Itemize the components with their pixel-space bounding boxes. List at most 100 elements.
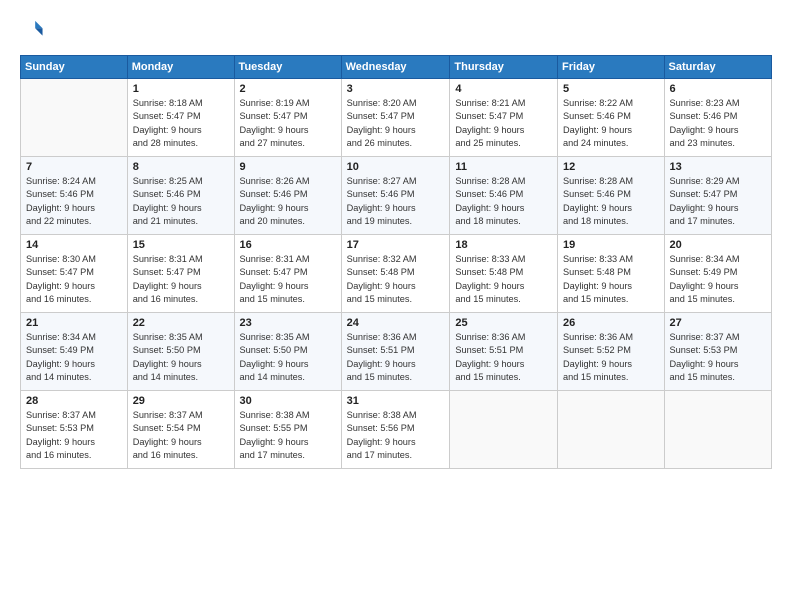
day-cell: 24 Sunrise: 8:36 AM Sunset: 5:51 PM Dayli… <box>341 313 450 391</box>
day-cell: 22 Sunrise: 8:35 AM Sunset: 5:50 PM Dayli… <box>127 313 234 391</box>
day-cell: 16 Sunrise: 8:31 AM Sunset: 5:47 PM Dayli… <box>234 235 341 313</box>
day-cell <box>664 391 771 469</box>
week-row-0: 1 Sunrise: 8:18 AM Sunset: 5:47 PM Daylig… <box>21 79 772 157</box>
day-cell: 15Sunrise: 8:31 AM Sunset: 5:47 PM Dayli… <box>127 235 234 313</box>
day-number: 22 <box>133 317 229 329</box>
day-cell: 2Sunrise: 8:19 AM Sunset: 5:47 PM Daylig… <box>234 79 341 157</box>
day-info: Sunrise: 8:28 AM Sunset: 5:46 PM Dayligh… <box>455 175 552 228</box>
day-cell: 12 Sunrise: 8:28 AM Sunset: 5:46 PM Dayli… <box>558 157 664 235</box>
day-cell: 11Sunrise: 8:28 AM Sunset: 5:46 PM Dayli… <box>450 157 558 235</box>
week-row-1: 7 Sunrise: 8:24 AM Sunset: 5:46 PM Daylig… <box>21 157 772 235</box>
day-info: Sunrise: 8:37 AM Sunset: 5:53 PM Dayligh… <box>670 331 766 384</box>
day-cell: 10 Sunrise: 8:27 AM Sunset: 5:46 PM Dayli… <box>341 157 450 235</box>
day-number: 29 <box>133 395 229 407</box>
day-info: Sunrise: 8:36 AM Sunset: 5:52 PM Dayligh… <box>563 331 658 384</box>
day-cell: 25 Sunrise: 8:36 AM Sunset: 5:51 PM Dayli… <box>450 313 558 391</box>
day-info: Sunrise: 8:36 AM Sunset: 5:51 PM Dayligh… <box>455 331 552 384</box>
header <box>20 18 772 45</box>
day-info: Sunrise: 8:34 AM Sunset: 5:49 PM Dayligh… <box>26 331 122 384</box>
weekday-thursday: Thursday <box>450 56 558 79</box>
day-number: 19 <box>563 239 658 251</box>
day-info: Sunrise: 8:37 AM Sunset: 5:54 PM Dayligh… <box>133 409 229 462</box>
weekday-tuesday: Tuesday <box>234 56 341 79</box>
week-row-2: 14 Sunrise: 8:30 AM Sunset: 5:47 PM Dayli… <box>21 235 772 313</box>
day-number: 26 <box>563 317 658 329</box>
page: SundayMondayTuesdayWednesdayThursdayFrid… <box>0 0 792 612</box>
day-number: 12 <box>563 161 658 173</box>
day-info: Sunrise: 8:33 AM Sunset: 5:48 PM Dayligh… <box>563 253 658 306</box>
day-info: Sunrise: 8:20 AM Sunset: 5:47 PM Dayligh… <box>347 97 445 150</box>
day-cell: 23 Sunrise: 8:35 AM Sunset: 5:50 PM Dayli… <box>234 313 341 391</box>
day-cell: 31 Sunrise: 8:38 AM Sunset: 5:56 PM Dayli… <box>341 391 450 469</box>
day-info: Sunrise: 8:31 AM Sunset: 5:47 PM Dayligh… <box>240 253 336 306</box>
day-number: 5 <box>563 83 658 95</box>
day-cell <box>21 79 128 157</box>
day-number: 21 <box>26 317 122 329</box>
day-number: 27 <box>670 317 766 329</box>
calendar-body: 1 Sunrise: 8:18 AM Sunset: 5:47 PM Daylig… <box>21 79 772 469</box>
day-info: Sunrise: 8:32 AM Sunset: 5:48 PM Dayligh… <box>347 253 445 306</box>
day-number: 18 <box>455 239 552 251</box>
day-cell: 7 Sunrise: 8:24 AM Sunset: 5:46 PM Daylig… <box>21 157 128 235</box>
day-number: 2 <box>240 83 336 95</box>
day-info: Sunrise: 8:22 AM Sunset: 5:46 PM Dayligh… <box>563 97 658 150</box>
day-number: 1 <box>133 83 229 95</box>
day-info: Sunrise: 8:25 AM Sunset: 5:46 PM Dayligh… <box>133 175 229 228</box>
day-cell: 17 Sunrise: 8:32 AM Sunset: 5:48 PM Dayli… <box>341 235 450 313</box>
logo-icon <box>22 18 44 40</box>
day-number: 28 <box>26 395 122 407</box>
day-number: 31 <box>347 395 445 407</box>
day-number: 17 <box>347 239 445 251</box>
day-number: 23 <box>240 317 336 329</box>
day-info: Sunrise: 8:23 AM Sunset: 5:46 PM Dayligh… <box>670 97 766 150</box>
weekday-monday: Monday <box>127 56 234 79</box>
day-cell: 21 Sunrise: 8:34 AM Sunset: 5:49 PM Dayli… <box>21 313 128 391</box>
day-number: 9 <box>240 161 336 173</box>
day-number: 25 <box>455 317 552 329</box>
day-cell <box>450 391 558 469</box>
day-number: 6 <box>670 83 766 95</box>
day-number: 3 <box>347 83 445 95</box>
weekday-saturday: Saturday <box>664 56 771 79</box>
day-info: Sunrise: 8:35 AM Sunset: 5:50 PM Dayligh… <box>240 331 336 384</box>
day-cell: 4 Sunrise: 8:21 AM Sunset: 5:47 PM Daylig… <box>450 79 558 157</box>
day-info: Sunrise: 8:28 AM Sunset: 5:46 PM Dayligh… <box>563 175 658 228</box>
day-number: 30 <box>240 395 336 407</box>
day-number: 15 <box>133 239 229 251</box>
day-cell: 13Sunrise: 8:29 AM Sunset: 5:47 PM Dayli… <box>664 157 771 235</box>
day-info: Sunrise: 8:38 AM Sunset: 5:56 PM Dayligh… <box>347 409 445 462</box>
day-number: 7 <box>26 161 122 173</box>
day-cell: 1 Sunrise: 8:18 AM Sunset: 5:47 PM Daylig… <box>127 79 234 157</box>
day-number: 4 <box>455 83 552 95</box>
day-cell: 5 Sunrise: 8:22 AM Sunset: 5:46 PM Daylig… <box>558 79 664 157</box>
weekday-wednesday: Wednesday <box>341 56 450 79</box>
day-number: 16 <box>240 239 336 251</box>
week-row-3: 21 Sunrise: 8:34 AM Sunset: 5:49 PM Dayli… <box>21 313 772 391</box>
day-info: Sunrise: 8:36 AM Sunset: 5:51 PM Dayligh… <box>347 331 445 384</box>
day-cell: 20Sunrise: 8:34 AM Sunset: 5:49 PM Dayli… <box>664 235 771 313</box>
day-cell: 26 Sunrise: 8:36 AM Sunset: 5:52 PM Dayli… <box>558 313 664 391</box>
day-info: Sunrise: 8:27 AM Sunset: 5:46 PM Dayligh… <box>347 175 445 228</box>
day-info: Sunrise: 8:24 AM Sunset: 5:46 PM Dayligh… <box>26 175 122 228</box>
day-number: 10 <box>347 161 445 173</box>
day-info: Sunrise: 8:34 AM Sunset: 5:49 PM Dayligh… <box>670 253 766 306</box>
day-info: Sunrise: 8:35 AM Sunset: 5:50 PM Dayligh… <box>133 331 229 384</box>
day-info: Sunrise: 8:18 AM Sunset: 5:47 PM Dayligh… <box>133 97 229 150</box>
day-info: Sunrise: 8:26 AM Sunset: 5:46 PM Dayligh… <box>240 175 336 228</box>
weekday-sunday: Sunday <box>21 56 128 79</box>
day-cell: 8 Sunrise: 8:25 AM Sunset: 5:46 PM Daylig… <box>127 157 234 235</box>
week-row-4: 28Sunrise: 8:37 AM Sunset: 5:53 PM Dayli… <box>21 391 772 469</box>
day-number: 14 <box>26 239 122 251</box>
day-cell: 14 Sunrise: 8:30 AM Sunset: 5:47 PM Dayli… <box>21 235 128 313</box>
day-cell: 19 Sunrise: 8:33 AM Sunset: 5:48 PM Dayli… <box>558 235 664 313</box>
day-info: Sunrise: 8:30 AM Sunset: 5:47 PM Dayligh… <box>26 253 122 306</box>
day-info: Sunrise: 8:21 AM Sunset: 5:47 PM Dayligh… <box>455 97 552 150</box>
weekday-friday: Friday <box>558 56 664 79</box>
day-number: 8 <box>133 161 229 173</box>
day-cell: 27 Sunrise: 8:37 AM Sunset: 5:53 PM Dayli… <box>664 313 771 391</box>
day-cell: 29 Sunrise: 8:37 AM Sunset: 5:54 PM Dayli… <box>127 391 234 469</box>
day-number: 24 <box>347 317 445 329</box>
day-cell <box>558 391 664 469</box>
day-info: Sunrise: 8:33 AM Sunset: 5:48 PM Dayligh… <box>455 253 552 306</box>
calendar: SundayMondayTuesdayWednesdayThursdayFrid… <box>20 55 772 469</box>
